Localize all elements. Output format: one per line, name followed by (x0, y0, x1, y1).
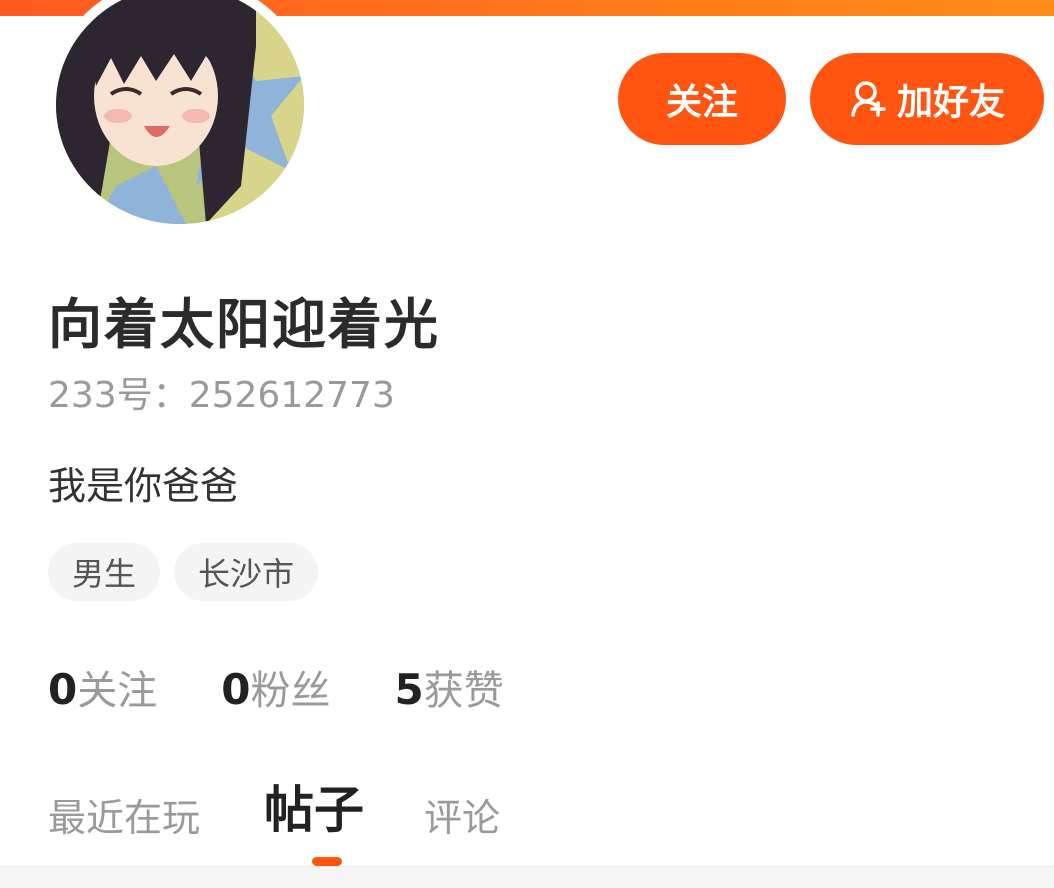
add-friend-icon (851, 81, 886, 117)
stat-following-count: 0 (48, 665, 78, 714)
stat-fans-count: 0 (221, 665, 251, 714)
stat-fans-label: 粉丝 (250, 668, 331, 714)
follow-button-label: 关注 (665, 82, 738, 123)
tab-posts[interactable]: 帖子 (264, 770, 364, 842)
profile-nickname: 向着太阳迎着光 (48, 293, 440, 356)
profile-tabs: 最近在玩 帖子 评论 (48, 770, 500, 842)
active-tab-indicator (312, 857, 342, 866)
account-id: 233号：252612773 (48, 375, 395, 416)
tag-gender: 男生 (48, 543, 161, 601)
stat-following-label: 关注 (77, 668, 158, 714)
tag-city: 长沙市 (174, 543, 319, 601)
avatar-image (56, 0, 304, 224)
add-friend-button[interactable]: 加好友 (810, 53, 1044, 145)
stat-likes-count: 5 (394, 665, 424, 714)
stat-likes-label: 获赞 (423, 668, 504, 714)
stat-likes: 5 获赞 (394, 658, 503, 716)
stat-fans[interactable]: 0 粉丝 (221, 658, 330, 716)
tab-comments[interactable]: 评论 (424, 787, 500, 842)
stat-following[interactable]: 0 关注 (48, 658, 157, 716)
profile-tags: 男生 长沙市 (48, 543, 319, 601)
add-friend-button-label: 加好友 (896, 82, 1005, 123)
tab-recently-played[interactable]: 最近在玩 (48, 787, 200, 842)
avatar[interactable] (46, 0, 314, 234)
follow-button[interactable]: 关注 (618, 53, 786, 145)
profile-bio: 我是你爸爸 (48, 464, 239, 508)
content-divider (0, 866, 1054, 888)
profile-stats: 0 关注 0 粉丝 5 获赞 (48, 658, 504, 716)
